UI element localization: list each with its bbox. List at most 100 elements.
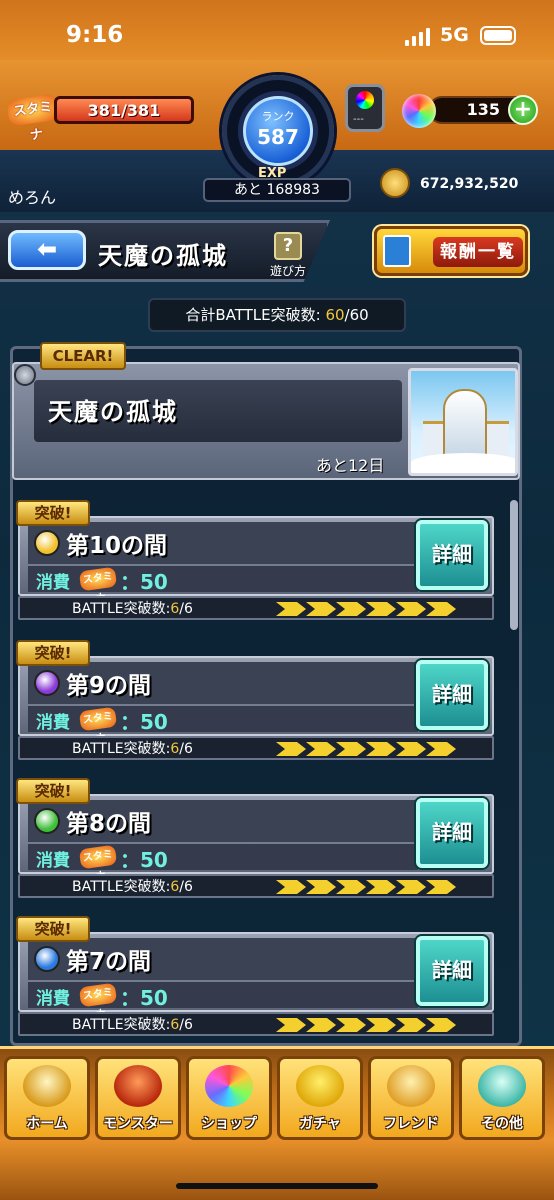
- battle-progress-max: /6: [179, 601, 193, 617]
- scrollbar[interactable]: [510, 500, 518, 630]
- progress-chevron-icon: [276, 880, 306, 894]
- rank-value: 587: [257, 125, 299, 149]
- progress-chevron-icon: [396, 880, 426, 894]
- stage-name: 第10の間: [66, 533, 168, 559]
- nav-gacha-egg[interactable]: ガチャ: [277, 1056, 363, 1140]
- battle-progress-max: /6: [179, 1017, 193, 1033]
- battle-progress: BATTLE突破数:6/6: [72, 598, 193, 618]
- question-icon: ?: [274, 232, 302, 260]
- cost-label: 消費: [36, 573, 70, 593]
- nav-home[interactable]: ホーム: [4, 1056, 90, 1140]
- stage-name: 第8の間: [66, 811, 152, 837]
- battle-progress-done: 6: [170, 879, 180, 895]
- signal-icon: [405, 28, 430, 46]
- help-label: 遊び方: [269, 264, 306, 278]
- stage-card[interactable]: 突破! 第7の間 消費 スタミナ ：50 詳細 BATTLE突破数:6/6: [14, 916, 494, 1036]
- progress-chevron-icon: [306, 1018, 336, 1032]
- rank-label: ランク: [261, 110, 295, 123]
- gold-coin-icon: [380, 168, 410, 198]
- progress-chevron-icon: [306, 742, 336, 756]
- days-remaining: あと12日: [316, 456, 385, 475]
- water-element-icon: [34, 946, 60, 972]
- quest-title: 天魔の孤城: [98, 242, 228, 270]
- cost-label: 消費: [36, 713, 70, 733]
- progress-chevrons: [276, 602, 456, 616]
- home-icon: [23, 1065, 71, 1107]
- progress-chevron-icon: [396, 742, 426, 756]
- cleared-badge: 突破!: [16, 500, 90, 526]
- player-name: めろん: [8, 188, 57, 207]
- help-button[interactable]: ? 遊び方: [268, 232, 308, 278]
- cost-label: 消費: [36, 851, 70, 871]
- nav-label: その他: [481, 1116, 523, 1132]
- battle-total-done: 60: [325, 306, 345, 324]
- battle-progress-done: 6: [170, 601, 180, 617]
- castle-thumbnail: [408, 368, 518, 476]
- progress-chevron-icon: [366, 880, 396, 894]
- nav-label: ガチャ: [299, 1116, 341, 1132]
- progress-chevron-icon: [426, 742, 456, 756]
- battle-total-max: /60: [344, 306, 369, 324]
- light-element-icon: [34, 530, 60, 556]
- wood-element-icon: [34, 808, 60, 834]
- progress-chevrons: [276, 1018, 456, 1032]
- progress-chevron-icon: [366, 1018, 396, 1032]
- progress-chevron-icon: [366, 602, 396, 616]
- progress-chevron-icon: [426, 1018, 456, 1032]
- progress-chevron-icon: [426, 880, 456, 894]
- arrow-left-icon: ⬅: [36, 235, 58, 263]
- orb-icon: [402, 94, 436, 128]
- nav-other[interactable]: その他: [459, 1056, 545, 1140]
- cost-value: ：50: [120, 848, 168, 872]
- detail-button[interactable]: 詳細: [416, 936, 488, 1006]
- detail-button[interactable]: 詳細: [416, 520, 488, 590]
- nav-label: ショップ: [201, 1116, 257, 1132]
- stamina-bar[interactable]: 381/381: [54, 96, 194, 124]
- stage-card[interactable]: 突破! 第8の間 消費 スタミナ ：50 詳細 BATTLE突破数:6/6: [14, 778, 494, 898]
- battle-progress-label: BATTLE突破数:: [72, 601, 171, 617]
- egg-box-icon[interactable]: ---: [345, 84, 385, 132]
- detail-button[interactable]: 詳細: [416, 660, 488, 730]
- other-icon: [478, 1065, 526, 1107]
- nav-friend[interactable]: フレンド: [368, 1056, 454, 1140]
- back-button[interactable]: ⬅: [8, 230, 86, 270]
- progress-chevron-icon: [396, 602, 426, 616]
- reward-list-button[interactable]: 報酬一覧: [374, 226, 528, 276]
- battle-progress: BATTLE突破数:6/6: [72, 1014, 193, 1034]
- battle-progress-label: BATTLE突破数:: [72, 879, 171, 895]
- nav-orb-shop[interactable]: ショップ: [186, 1056, 272, 1140]
- battle-total-label: 合計BATTLE突破数:: [185, 306, 321, 324]
- cost-label: 消費: [36, 989, 70, 1009]
- stamina-value: 381/381: [87, 101, 161, 120]
- progress-chevron-icon: [336, 880, 366, 894]
- progress-chevron-icon: [366, 742, 396, 756]
- battery-icon: [480, 26, 516, 45]
- progress-chevrons: [276, 880, 456, 894]
- detail-button[interactable]: 詳細: [416, 798, 488, 868]
- nav-label: ホーム: [26, 1116, 68, 1132]
- nav-label: モンスター: [103, 1116, 173, 1132]
- cost-value: ：50: [120, 570, 168, 594]
- progress-chevron-icon: [276, 602, 306, 616]
- battle-total: 合計BATTLE突破数: 60/60: [148, 298, 406, 332]
- progress-chevron-icon: [336, 742, 366, 756]
- exp-remaining: あと 168983: [203, 178, 351, 202]
- cost-value: ：50: [120, 986, 168, 1010]
- add-orbs-button[interactable]: +: [508, 95, 538, 125]
- clear-badge: CLEAR!: [40, 342, 126, 370]
- stage-card[interactable]: 突破! 第9の間 消費 スタミナ ：50 詳細 BATTLE突破数:6/6: [14, 640, 494, 760]
- stage-card[interactable]: 突破! 第10の間 消費 スタミナ ：50 詳細 BATTLE突破数:6/6: [14, 500, 494, 620]
- orb-shop-icon: [205, 1065, 253, 1107]
- egg-count: ---: [353, 114, 364, 125]
- battle-progress-max: /6: [179, 879, 193, 895]
- nav-monster[interactable]: モンスター: [95, 1056, 181, 1140]
- battle-progress: BATTLE突破数:6/6: [72, 738, 193, 758]
- battle-progress-done: 6: [170, 741, 180, 757]
- progress-chevron-icon: [276, 742, 306, 756]
- stage-name: 第9の間: [66, 673, 152, 699]
- clock: 9:16: [66, 22, 124, 48]
- stage-name: 第7の間: [66, 949, 152, 975]
- progress-chevron-icon: [336, 602, 366, 616]
- battle-progress-done: 6: [170, 1017, 180, 1033]
- cleared-badge: 突破!: [16, 916, 90, 942]
